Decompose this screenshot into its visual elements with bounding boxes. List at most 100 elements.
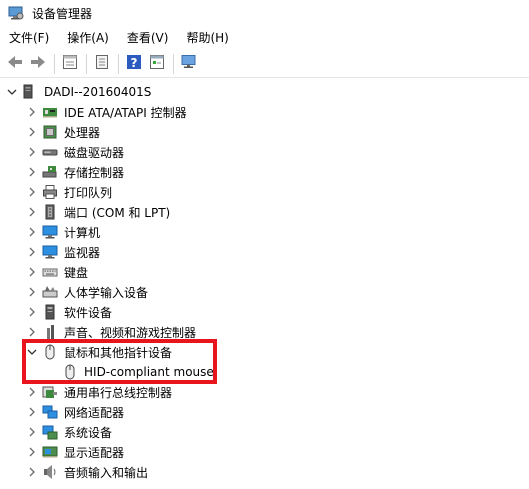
menu-item-3[interactable]: 帮助(H) — [177, 27, 237, 49]
tree-category-item[interactable]: 软件设备 — [26, 302, 112, 322]
chevron-down-icon[interactable] — [26, 346, 38, 358]
tree-item-label: 磁盘驱动器 — [64, 145, 125, 160]
computer-icon — [42, 224, 58, 240]
tree-item-label: 系统设备 — [64, 425, 113, 440]
chevron-right-icon[interactable] — [26, 306, 38, 318]
toolbar: ? — [0, 50, 529, 78]
root-computer-icon — [22, 84, 38, 100]
menu-item-0[interactable]: 文件(F) — [0, 27, 58, 49]
show-hidden-icon — [149, 54, 165, 73]
chevron-right-icon[interactable] — [26, 426, 38, 438]
tree-item-label: 声音、视频和游戏控制器 — [64, 325, 197, 340]
chevron-right-icon[interactable] — [26, 446, 38, 458]
help-icon: ? — [126, 54, 142, 73]
tree-root[interactable]: DADI--20160401S — [6, 82, 151, 102]
tree-item-label: 处理器 — [64, 125, 101, 140]
properties-button[interactable] — [59, 53, 81, 75]
monitor-icon — [42, 244, 58, 260]
chevron-right-icon[interactable] — [26, 386, 38, 398]
tree-category-item[interactable]: 声音、视频和游戏控制器 — [26, 322, 196, 342]
tree-device-item[interactable]: HID-compliant mouse — [46, 362, 214, 382]
chevron-right-icon[interactable] — [26, 406, 38, 418]
network-adapter-icon — [42, 404, 58, 420]
svg-text:?: ? — [131, 56, 138, 70]
tree-category-item[interactable]: 监视器 — [26, 242, 100, 262]
chevron-down-icon[interactable] — [6, 86, 18, 98]
tree-category-item[interactable]: 显示适配器 — [26, 442, 124, 462]
tree-category-item[interactable]: 鼠标和其他指针设备 — [26, 342, 172, 362]
update-driver-icon — [94, 54, 110, 73]
tree-category-item[interactable]: 计算机 — [26, 222, 100, 242]
tree-item-label: 计算机 — [64, 225, 101, 240]
chevron-right-icon[interactable] — [26, 246, 38, 258]
toolbar-separator — [54, 53, 55, 74]
tree-category-item[interactable]: 处理器 — [26, 122, 100, 142]
chevron-right-icon[interactable] — [26, 146, 38, 158]
tree-item-label: 键盘 — [64, 265, 89, 280]
tree-category-item[interactable]: 人体学输入设备 — [26, 282, 148, 302]
tree-category-item[interactable]: 打印队列 — [26, 182, 112, 202]
chevron-right-icon[interactable] — [26, 266, 38, 278]
tree-category-item[interactable]: 键盘 — [26, 262, 88, 282]
chevron-right-icon[interactable] — [26, 226, 38, 238]
tree-item-label: 端口 (COM 和 LPT) — [64, 205, 171, 220]
back-icon — [6, 54, 24, 73]
forward-button[interactable] — [27, 53, 49, 75]
chevron-right-icon[interactable] — [26, 466, 38, 478]
toolbar-separator — [173, 53, 174, 74]
show-hidden-button[interactable] — [146, 53, 168, 75]
system-device-icon — [42, 424, 58, 440]
tree-item-label: 存储控制器 — [64, 165, 125, 180]
tree-item-label: HID-compliant mouse — [84, 365, 214, 379]
tree-category-item[interactable]: IDE ATA/ATAPI 控制器 — [26, 102, 187, 122]
audio-io-icon — [42, 464, 58, 480]
device-manager-icon — [8, 5, 24, 21]
display-adapter-icon — [42, 444, 58, 460]
forward-icon — [29, 54, 47, 73]
menu-bar: 文件(F) 操作(A) 查看(V) 帮助(H) — [0, 27, 529, 49]
tree-item-label: 通用串行总线控制器 — [64, 385, 173, 400]
chevron-right-icon[interactable] — [26, 126, 38, 138]
toolbar-separator — [118, 53, 119, 74]
chevron-right-icon[interactable] — [26, 286, 38, 298]
back-button[interactable] — [4, 53, 26, 75]
storage-controller-icon — [42, 164, 58, 180]
scan-hardware-button[interactable] — [178, 53, 200, 75]
tree-item-label: 软件设备 — [64, 305, 113, 320]
menu-item-1[interactable]: 操作(A) — [58, 27, 118, 49]
tree-category-item[interactable]: 系统设备 — [26, 422, 112, 442]
hid-icon — [42, 284, 58, 300]
chevron-right-icon[interactable] — [26, 106, 38, 118]
port-icon — [42, 204, 58, 220]
tree-item-label: 音频输入和输出 — [64, 465, 149, 480]
usb-icon — [42, 384, 58, 400]
tree-item-label: 鼠标和其他指针设备 — [64, 345, 173, 360]
tree-item-label: 网络适配器 — [64, 405, 125, 420]
printer-icon — [42, 184, 58, 200]
chevron-right-icon[interactable] — [26, 166, 38, 178]
chevron-right-icon[interactable] — [26, 326, 38, 338]
menu-item-2[interactable]: 查看(V) — [118, 27, 178, 49]
tree-category-item[interactable]: 通用串行总线控制器 — [26, 382, 172, 402]
ide-controller-icon — [42, 104, 58, 120]
device-tree: DADI--20160401S IDE ATA/ATAPI 控制器 处理器磁盘驱动器… — [0, 80, 529, 489]
help-button[interactable]: ? — [123, 53, 145, 75]
tree-category-item[interactable]: 存储控制器 — [26, 162, 124, 182]
keyboard-icon — [42, 264, 58, 280]
disk-drive-icon — [42, 144, 58, 160]
chevron-right-icon[interactable] — [26, 206, 38, 218]
tree-item-label: 人体学输入设备 — [64, 285, 149, 300]
tree-item-label: DADI--20160401S — [44, 85, 152, 99]
software-device-icon — [42, 304, 58, 320]
tree-category-item[interactable]: 端口 (COM 和 LPT) — [26, 202, 170, 222]
tree-item-label: IDE ATA/ATAPI 控制器 — [64, 105, 187, 120]
tree-category-item[interactable]: 磁盘驱动器 — [26, 142, 124, 162]
update-driver-button[interactable] — [91, 53, 113, 75]
tree-category-item[interactable]: 网络适配器 — [26, 402, 124, 422]
title-bar: 设备管理器 — [0, 0, 529, 26]
chevron-right-icon[interactable] — [26, 186, 38, 198]
properties-icon — [62, 54, 78, 73]
mouse-icon — [42, 344, 58, 360]
tree-category-item[interactable]: 音频输入和输出 — [26, 462, 148, 482]
